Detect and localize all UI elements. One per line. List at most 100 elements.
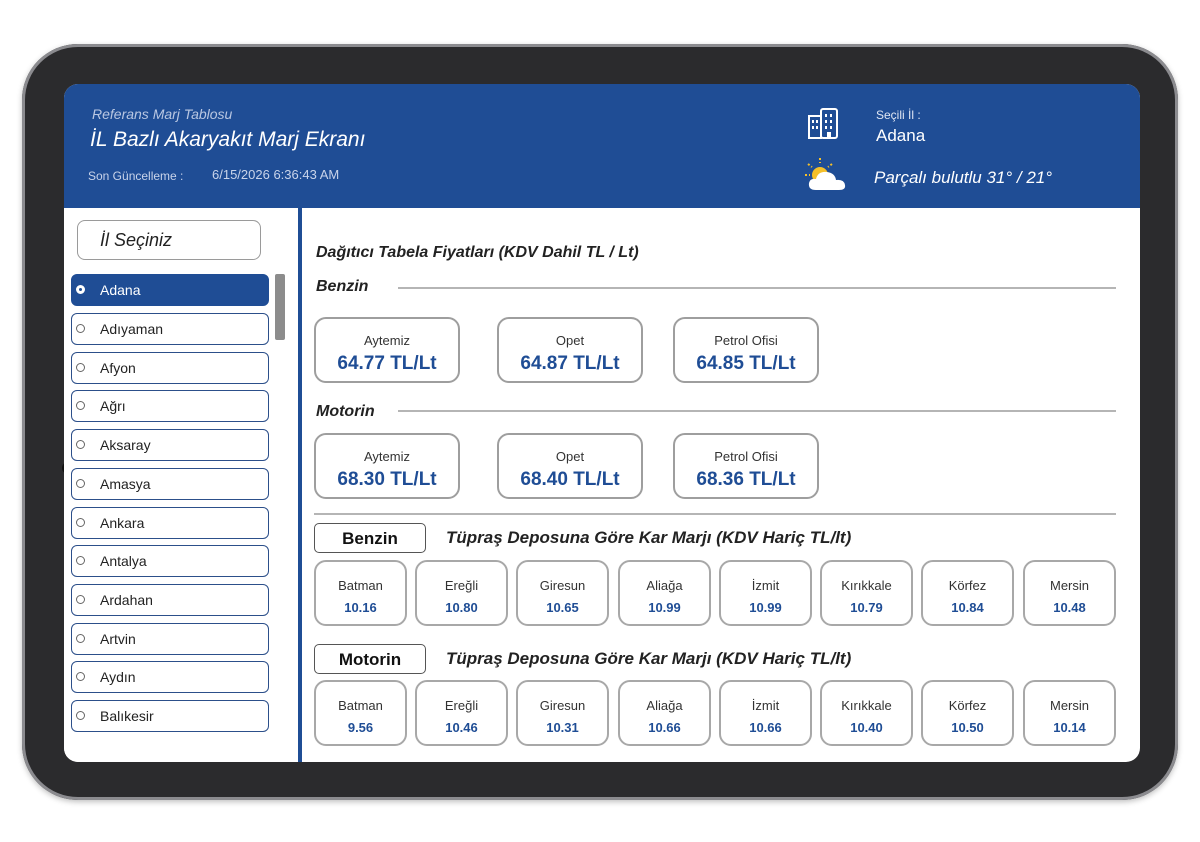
radio-icon	[76, 285, 85, 294]
section-divider	[314, 513, 1116, 515]
margin-value: 10.66	[749, 720, 782, 735]
margin-card-motorin-aliaga: Aliağa 10.66	[618, 680, 711, 746]
price-brand: Opet	[555, 449, 585, 464]
margin-value: 10.79	[850, 600, 883, 615]
margin-card-benzin-kirikkale: Kırıkkale 10.79	[820, 560, 913, 626]
margin-value: 10.40	[850, 720, 883, 735]
price-value: 64.85 TL/Lt	[696, 353, 796, 374]
section-divider	[398, 287, 1116, 289]
margin-value: 10.14	[1053, 720, 1086, 735]
price-brand: Opet	[555, 333, 585, 348]
margin-value: 10.80	[445, 600, 478, 615]
margin-card-motorin-eregli: Ereğli 10.46	[415, 680, 508, 746]
selected-city-value: Adana	[876, 126, 926, 145]
depot-name: İzmit	[751, 578, 780, 593]
city-item-antalya[interactable]: Antalya	[71, 545, 269, 577]
city-item-artvin[interactable]: Artvin	[71, 623, 269, 655]
depot-name: Giresun	[539, 578, 586, 593]
radio-icon	[76, 518, 85, 527]
city-item-ankara[interactable]: Ankara	[71, 507, 269, 539]
margin-value: 10.65	[546, 600, 579, 615]
city-item-label: Ağrı	[100, 398, 126, 414]
benzin-margin-tag: Benzin	[314, 523, 426, 553]
margin-card-benzin-giresun: Giresun 10.65	[516, 560, 609, 626]
motorin-margin-tag: Motorin	[314, 644, 426, 674]
margin-card-benzin-eregli: Ereğli 10.80	[415, 560, 508, 626]
margin-card-benzin-mersin: Mersin 10.48	[1023, 560, 1116, 626]
depot-name: Ereğli	[444, 578, 479, 593]
price-value: 64.87 TL/Lt	[520, 353, 620, 374]
city-item-label: Antalya	[100, 553, 147, 569]
margin-card-benzin-aliaga: Aliağa 10.99	[618, 560, 711, 626]
price-card-benzin-opet: Opet 64.87 TL/Lt	[497, 317, 643, 383]
depot-name: Aliağa	[646, 578, 683, 593]
margin-card-motorin-batman: Batman 9.56	[314, 680, 407, 746]
depot-name: Ereğli	[444, 698, 479, 713]
margin-value: 10.16	[344, 600, 377, 615]
motorin-price-label: Motorin	[316, 403, 375, 420]
selected-city-label: Seçili İl :	[876, 108, 921, 122]
depot-name: Körfez	[948, 698, 987, 713]
city-select-button[interactable]: İl Seçiniz	[77, 220, 261, 260]
margin-value: 10.46	[445, 720, 478, 735]
city-item-label: Ankara	[100, 515, 145, 531]
city-item-ardahan[interactable]: Ardahan	[71, 584, 269, 616]
city-item-label: Ardahan	[100, 592, 153, 608]
city-item-label: Aydın	[100, 669, 136, 685]
price-value: 68.40 TL/Lt	[520, 469, 620, 490]
price-card-benzin-aytemiz: Aytemiz 64.77 TL/Lt	[314, 317, 460, 383]
margin-card-motorin-giresun: Giresun 10.31	[516, 680, 609, 746]
margin-value: 10.31	[546, 720, 579, 735]
radio-icon	[76, 634, 85, 643]
margin-value: 10.66	[648, 720, 681, 735]
city-item-balikesir[interactable]: Balıkesir	[71, 700, 269, 732]
depot-name: Batman	[338, 698, 383, 713]
city-item-afyon[interactable]: Afyon	[71, 352, 269, 384]
radio-icon	[76, 401, 85, 410]
radio-icon	[76, 440, 85, 449]
vertical-divider	[298, 208, 302, 762]
city-item-adana[interactable]: Adana	[71, 274, 269, 306]
price-card-motorin-opet: Opet 68.40 TL/Lt	[497, 433, 643, 499]
city-item-adiyaman[interactable]: Adıyaman	[71, 313, 269, 345]
city-item-agri[interactable]: Ağrı	[71, 390, 269, 422]
city-item-label: Afyon	[100, 360, 136, 376]
city-item-label: Adana	[100, 282, 141, 298]
city-list-scrollbar[interactable]	[275, 274, 285, 340]
benzin-price-label: Benzin	[316, 278, 369, 295]
price-value: 64.77 TL/Lt	[337, 353, 437, 374]
city-item-label: Adıyaman	[100, 321, 164, 337]
weather-text: Parçalı bulutlu 31° / 21°	[874, 168, 1053, 187]
depot-name: Giresun	[539, 698, 586, 713]
margin-value: 10.84	[951, 600, 984, 615]
margin-card-motorin-kirikkale: Kırıkkale 10.40	[820, 680, 913, 746]
city-item-amasya[interactable]: Amasya	[71, 468, 269, 500]
depot-name: Kırıkkale	[841, 698, 892, 713]
margin-value: 10.99	[749, 600, 782, 615]
app-screen: Referans Marj Tablosu İL Bazlı Akaryakıt…	[64, 84, 1140, 762]
radio-icon	[76, 324, 85, 333]
city-item-label: Artvin	[100, 631, 136, 647]
price-card-benzin-petrol-ofisi: Petrol Ofisi 64.85 TL/Lt	[673, 317, 819, 383]
city-item-aksaray[interactable]: Aksaray	[71, 429, 269, 461]
last-update-value: 6/15/2026 6:36:43 AM	[212, 167, 340, 182]
radio-icon	[76, 556, 85, 565]
margin-value: 9.56	[347, 720, 374, 735]
price-card-motorin-petrol-ofisi: Petrol Ofisi 68.36 TL/Lt	[673, 433, 819, 499]
price-value: 68.36 TL/Lt	[696, 469, 796, 490]
margin-value: 10.50	[951, 720, 984, 735]
radio-icon	[76, 479, 85, 488]
margin-value: 10.99	[648, 600, 681, 615]
depot-name: Mersin	[1049, 698, 1089, 713]
app-header: Referans Marj Tablosu İL Bazlı Akaryakıt…	[64, 84, 1140, 208]
margin-value: 10.48	[1053, 600, 1086, 615]
depot-name: Aliağa	[646, 698, 683, 713]
last-update-label: Son Güncelleme :	[88, 169, 184, 183]
price-brand: Petrol Ofisi	[714, 333, 778, 348]
price-brand: Aytemiz	[364, 333, 410, 348]
city-item-aydin[interactable]: Aydın	[71, 661, 269, 693]
margin-card-motorin-mersin: Mersin 10.14	[1023, 680, 1116, 746]
depot-name: Mersin	[1049, 578, 1089, 593]
margin-card-benzin-batman: Batman 10.16	[314, 560, 407, 626]
page-title: İL Bazlı Akaryakıt Marj Ekranı	[90, 128, 366, 151]
